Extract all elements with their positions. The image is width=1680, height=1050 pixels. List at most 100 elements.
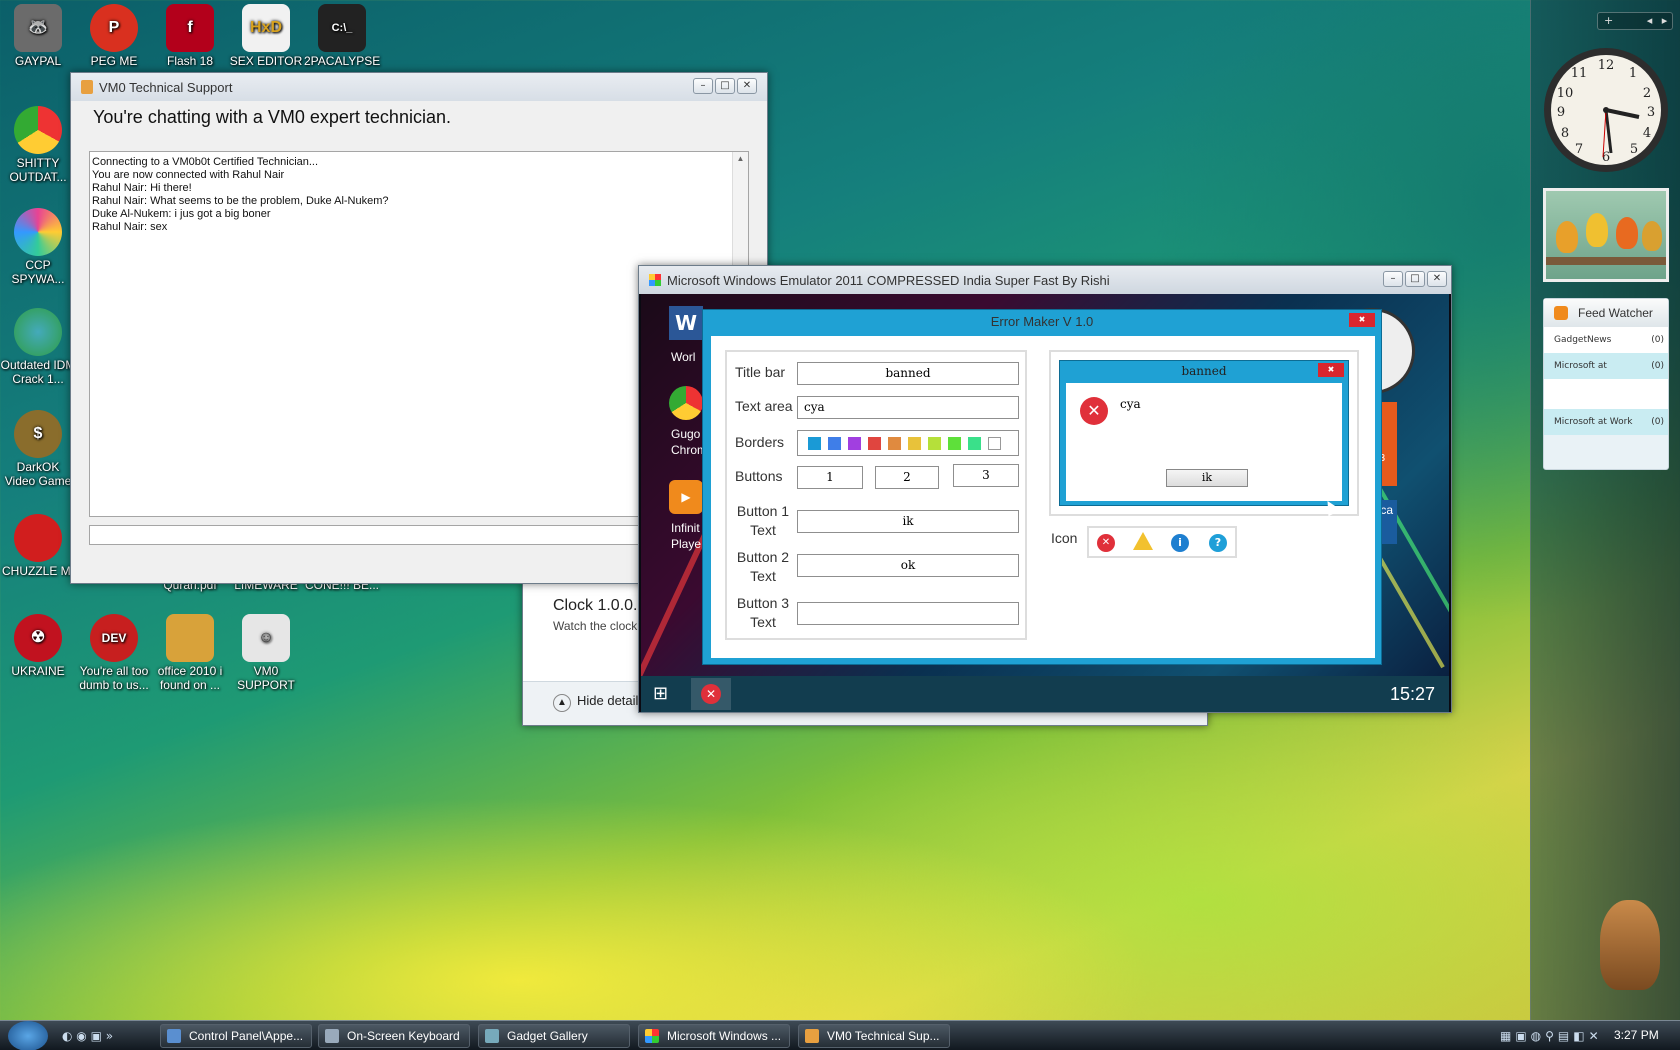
hamster-gadget[interactable] (1600, 900, 1660, 990)
taskbar-button-emulator[interactable]: Microsoft Windows ... (638, 1024, 790, 1048)
quick-launch[interactable]: ◐ ◉ ▣ » (62, 1029, 113, 1043)
color-swatch[interactable] (828, 437, 841, 450)
svg-text:4: 4 (1643, 126, 1651, 141)
system-tray-icons[interactable]: ▦▣◍⚲▤◧✕ (1500, 1029, 1603, 1043)
desktop-icon-chuzzle[interactable]: CHUZZLE MI (0, 514, 76, 578)
radiation-icon: ☢ (14, 614, 62, 662)
gadget-desc: Watch the clock (553, 619, 638, 633)
color-swatch[interactable] (928, 437, 941, 450)
button-count-3[interactable]: 3 (953, 464, 1019, 487)
slideshow-gadget[interactable] (1543, 188, 1669, 282)
color-swatch[interactable] (988, 437, 1001, 450)
technician-icon: ☺ (242, 614, 290, 662)
scroll-up-icon[interactable]: ▲ (733, 152, 748, 165)
feed-item[interactable]: Microsoft at (0) (1544, 353, 1668, 379)
taskbar-button-gadget-gallery[interactable]: Gadget Gallery (478, 1024, 630, 1048)
prev-icon[interactable]: ◂ (1647, 14, 1653, 27)
word-icon[interactable]: W (669, 306, 703, 340)
desktop-icon-ccp[interactable]: CCP SPYWA... (0, 208, 76, 286)
emu-start-icon[interactable]: ⊞ (653, 684, 677, 704)
desktop-icon-darkok[interactable]: $ DarkOK Video Game (0, 410, 76, 488)
taskbar-button-vm0[interactable]: VM0 Technical Sup... (798, 1024, 950, 1048)
taskbar: ◐ ◉ ▣ » Control Panel\Appe... On-Screen … (0, 1020, 1680, 1050)
icon-selector[interactable]: ✕ i ? (1087, 526, 1237, 558)
media-player-icon[interactable]: ▶ (669, 480, 703, 514)
hxd-icon: HxD (242, 4, 290, 52)
button-count-2[interactable]: 2 (875, 466, 939, 489)
color-swatch[interactable] (908, 437, 921, 450)
desktop-icon-chrome[interactable]: SHITTY OUTDAT... (0, 106, 76, 184)
start-button[interactable] (8, 1021, 48, 1050)
info-icon[interactable]: i (1171, 534, 1189, 552)
preview-close-button[interactable]: ✖ (1318, 363, 1344, 377)
rss-icon (1554, 306, 1568, 320)
color-swatch[interactable] (808, 437, 821, 450)
desktop-icon-sex-editor[interactable]: HxD SEX EDITOR (228, 4, 304, 68)
close-button[interactable]: ✕ (1427, 271, 1447, 287)
button1-input[interactable]: ik (797, 510, 1019, 533)
hide-details-button[interactable]: ▲ Hide details (553, 693, 645, 712)
desktop-icon-vm0-support[interactable]: ☺ VM0 SUPPORT (228, 614, 304, 692)
color-swatch[interactable] (948, 437, 961, 450)
svg-text:10: 10 (1557, 86, 1574, 101)
color-swatch[interactable] (868, 437, 881, 450)
question-icon[interactable]: ? (1209, 534, 1227, 552)
emu-icon-label: Worl (671, 350, 696, 364)
emu-taskbar-error-button[interactable]: ✕ (691, 678, 731, 710)
svg-text:8: 8 (1561, 126, 1569, 141)
technician-icon (81, 80, 93, 94)
desktop-icon-office[interactable]: office 2010 i found on ... (152, 614, 228, 692)
desktop-icon-gaypal[interactable]: 🦝 GAYPAL (0, 4, 76, 68)
desktop-icon-peg-me[interactable]: P PEG ME (76, 4, 152, 68)
svg-text:11: 11 (1571, 66, 1588, 81)
chat-line: You are now connected with Rahul Nair (92, 169, 285, 181)
chat-titlebar[interactable]: VM0 Technical Support (71, 73, 767, 101)
chat-line: Rahul Nair: sex (92, 221, 168, 233)
maximize-button[interactable]: □ (715, 78, 735, 94)
error-icon[interactable]: ✕ (1097, 534, 1115, 552)
button2-input[interactable]: ok (797, 554, 1019, 577)
emu-clock: 15:27 (1389, 684, 1435, 704)
chat-heading: You're chatting with a VM0 expert techni… (93, 107, 451, 127)
preview-button[interactable]: ik (1166, 469, 1248, 487)
windows-logo-icon (649, 274, 661, 286)
close-button[interactable]: ✕ (737, 78, 757, 94)
borders-label: Borders (735, 434, 785, 450)
desktop-icon-dev[interactable]: DEV You're all too dumb to us... (76, 614, 152, 692)
chat-line: Duke Al-Nukem: i jus got a big boner (92, 208, 271, 220)
clock-gadget[interactable]: 1212 345 678 91011 (1541, 45, 1671, 175)
flash-icon: f (166, 4, 214, 52)
border-color-picker[interactable] (797, 430, 1019, 456)
feed-item[interactable]: Microsoft at Work (0) (1544, 409, 1668, 435)
minimize-button[interactable]: – (1383, 271, 1403, 287)
feed-item[interactable]: GadgetNews (0) (1544, 327, 1668, 353)
desktop-icon-idm[interactable]: Outdated IDM Crack 1... (0, 308, 76, 386)
color-swatch[interactable] (968, 437, 981, 450)
color-swatch[interactable] (848, 437, 861, 450)
emulator-titlebar[interactable]: Microsoft Windows Emulator 2011 COMPRESS… (639, 266, 1451, 294)
chat-line: Rahul Nair: Hi there! (92, 182, 192, 194)
button3-input[interactable] (797, 602, 1019, 625)
desktop-icon-flash[interactable]: f Flash 18 (152, 4, 228, 68)
maximize-button[interactable]: □ (1405, 271, 1425, 287)
desktop-icon-ukraine[interactable]: ☢ UKRAINE (0, 614, 76, 678)
title-bar-input[interactable]: banned (797, 362, 1019, 385)
button-count-1[interactable]: 1 (797, 466, 863, 489)
sidebar-controls[interactable]: + ◂ ▸ (1597, 12, 1673, 30)
warning-icon[interactable] (1133, 532, 1153, 550)
add-gadget-icon[interactable]: + (1604, 14, 1613, 27)
taskbar-clock[interactable]: 3:27 PM (1614, 1028, 1659, 1042)
desktop-icon-2pacalypse[interactable]: C:\_ 2PACALYPSE (304, 4, 380, 68)
color-swatch[interactable] (888, 437, 901, 450)
terminal-icon: C:\_ (318, 4, 366, 52)
windows-sidebar: + ◂ ▸ 12 1 2 345 678 9 10 11 Feed Watcher Ga… (1530, 0, 1680, 1020)
chromium-icon[interactable] (669, 386, 703, 420)
minimize-button[interactable]: – (693, 78, 713, 94)
taskbar-button-osk[interactable]: On-Screen Keyboard (318, 1024, 470, 1048)
error-maker-title: Error Maker V 1.0 (990, 314, 1094, 329)
close-button[interactable]: ✖ (1349, 313, 1375, 327)
taskbar-button-control-panel[interactable]: Control Panel\Appe... (160, 1024, 312, 1048)
next-icon[interactable]: ▸ (1662, 14, 1668, 27)
text-area-input[interactable]: cya (797, 396, 1019, 419)
preview-message: cya (1120, 397, 1141, 411)
